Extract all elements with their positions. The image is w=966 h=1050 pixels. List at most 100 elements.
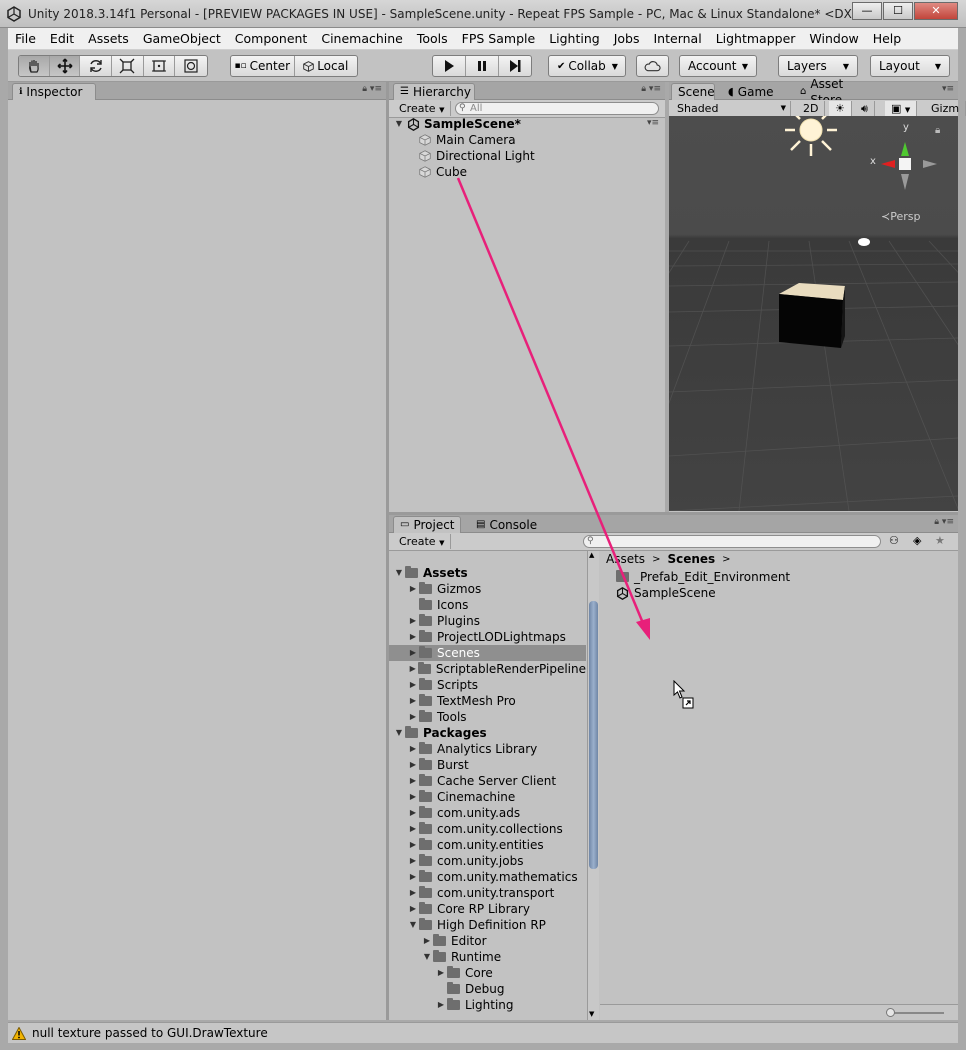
menu-window[interactable]: Window bbox=[802, 28, 865, 50]
hierarchy-search-input[interactable]: ⚲ All bbox=[455, 102, 659, 115]
tree-item[interactable]: ▶ Core RP Library bbox=[389, 901, 586, 917]
projection-toggle[interactable]: ≺Persp bbox=[881, 210, 920, 223]
menu-lighting[interactable]: Lighting bbox=[542, 28, 607, 50]
menu-internal[interactable]: Internal bbox=[647, 28, 709, 50]
effects-dropdown[interactable]: ▣ ▼ bbox=[885, 101, 918, 116]
close-button[interactable]: ✕ bbox=[914, 2, 958, 20]
maximize-button[interactable]: ☐ bbox=[883, 2, 913, 20]
tree-item[interactable]: ▶ Burst bbox=[389, 757, 586, 773]
icon-size-slider[interactable] bbox=[888, 1012, 944, 1014]
list-item[interactable]: SampleScene bbox=[616, 585, 716, 601]
pause-button[interactable] bbox=[466, 56, 499, 76]
account-dropdown[interactable]: Account ▼ bbox=[679, 55, 757, 77]
favorite-star-icon[interactable]: ★ bbox=[935, 534, 945, 547]
2d-toggle-button[interactable]: 2D bbox=[797, 101, 826, 116]
collapse-arrow-icon[interactable]: ▶ bbox=[407, 613, 419, 629]
audio-toggle[interactable]: 🔊︎ bbox=[855, 101, 875, 116]
menu-fps-sample[interactable]: FPS Sample bbox=[455, 28, 543, 50]
tree-item[interactable]: ▼ Runtime bbox=[389, 949, 586, 965]
tree-item[interactable]: ▼ Packages bbox=[389, 725, 586, 741]
collapse-arrow-icon[interactable]: ▶ bbox=[407, 789, 419, 805]
hand-tool-button[interactable] bbox=[19, 56, 50, 76]
collapse-arrow-icon[interactable]: ▶ bbox=[407, 709, 419, 725]
gizmos-dropdown[interactable]: Gizm bbox=[925, 101, 966, 116]
expand-arrow-icon[interactable]: ▼ bbox=[393, 725, 405, 741]
tree-item[interactable]: Icons bbox=[389, 597, 586, 613]
tree-item[interactable]: ▶ Analytics Library bbox=[389, 741, 586, 757]
layout-dropdown[interactable]: Layout ▼ bbox=[870, 55, 950, 77]
transform-all-tool-button[interactable] bbox=[175, 56, 207, 76]
lighting-toggle[interactable]: ☀ bbox=[829, 101, 852, 116]
menu-jobs[interactable]: Jobs bbox=[607, 28, 647, 50]
hierarchy-item[interactable]: Cube bbox=[419, 164, 467, 180]
scene-root-row[interactable]: ▼ SampleScene* bbox=[393, 116, 521, 132]
collapse-arrow-icon[interactable]: ▶ bbox=[407, 645, 419, 661]
hierarchy-item[interactable]: Directional Light bbox=[419, 148, 535, 164]
tree-item[interactable]: ▶ Plugins bbox=[389, 613, 586, 629]
menu-lightmapper[interactable]: Lightmapper bbox=[709, 28, 803, 50]
expand-arrow-icon[interactable]: ▼ bbox=[421, 949, 433, 965]
menu-assets[interactable]: Assets bbox=[81, 28, 136, 50]
collapse-arrow-icon[interactable]: ▶ bbox=[407, 837, 419, 853]
collapse-arrow-icon[interactable]: ▶ bbox=[407, 693, 419, 709]
scene-viewport[interactable]: y x 🔒︎ ≺Persp bbox=[669, 116, 958, 511]
collapse-arrow-icon[interactable]: ▶ bbox=[407, 773, 419, 789]
collapse-arrow-icon[interactable]: ▶ bbox=[407, 853, 419, 869]
collapse-arrow-icon[interactable]: ▶ bbox=[407, 677, 419, 693]
menu-gameobject[interactable]: GameObject bbox=[136, 28, 228, 50]
cube-object[interactable] bbox=[779, 283, 845, 348]
tree-item[interactable]: ▶ Gizmos bbox=[389, 581, 586, 597]
rotate-tool-button[interactable] bbox=[80, 56, 113, 76]
tree-scrollbar[interactable]: ▲ ▼ bbox=[587, 551, 599, 1020]
hierarchy-item[interactable]: Main Camera bbox=[419, 132, 516, 148]
collab-dropdown[interactable]: ✔ Collab ▼ bbox=[548, 55, 626, 77]
play-button[interactable] bbox=[433, 56, 466, 76]
tab-inspector[interactable]: ℹ Inspector bbox=[12, 83, 96, 100]
tree-item[interactable]: ▶ ProjectLODLightmaps bbox=[389, 629, 586, 645]
collapse-arrow-icon[interactable]: ▶ bbox=[407, 741, 419, 757]
tree-item[interactable]: ▶ com.unity.ads bbox=[389, 805, 586, 821]
slider-handle[interactable] bbox=[886, 1008, 895, 1017]
tree-item[interactable]: ▶ com.unity.entities bbox=[389, 837, 586, 853]
minimize-button[interactable]: — bbox=[852, 2, 882, 20]
tab-game[interactable]: ◖ Game bbox=[721, 83, 779, 100]
collapse-arrow-icon[interactable]: ▶ bbox=[407, 629, 419, 645]
tree-item[interactable]: ▶ Core bbox=[389, 965, 586, 981]
tab-asset-store[interactable]: ⌂Asset Store bbox=[793, 77, 885, 107]
tree-item[interactable]: ▶ Lighting bbox=[389, 997, 586, 1013]
move-tool-button[interactable] bbox=[49, 56, 81, 76]
lock-icon[interactable]: 🔒︎ bbox=[935, 125, 940, 136]
tree-item[interactable]: ▶ Tools bbox=[389, 709, 586, 725]
menu-component[interactable]: Component bbox=[228, 28, 315, 50]
scroll-up-icon[interactable]: ▲ bbox=[589, 551, 594, 559]
menu-edit[interactable]: Edit bbox=[43, 28, 81, 50]
pivot-local-button[interactable]: Local bbox=[295, 56, 358, 76]
collapse-arrow-icon[interactable]: ▶ bbox=[407, 869, 419, 885]
tree-item[interactable]: ▶ com.unity.mathematics bbox=[389, 869, 586, 885]
breadcrumb-item[interactable]: Scenes bbox=[667, 552, 715, 566]
tree-item[interactable]: ▶ com.unity.transport bbox=[389, 885, 586, 901]
tab-console[interactable]: ▤ Console bbox=[469, 516, 541, 533]
pivot-center-button[interactable]: ▪▫ Center bbox=[231, 56, 295, 76]
tree-item[interactable]: ▶ Scripts bbox=[389, 677, 586, 693]
tree-item[interactable]: ▶ com.unity.collections bbox=[389, 821, 586, 837]
collapse-arrow-icon[interactable]: ▶ bbox=[407, 757, 419, 773]
collapse-arrow-icon[interactable]: ▶ bbox=[407, 885, 419, 901]
menu-help[interactable]: Help bbox=[866, 28, 909, 50]
collapse-arrow-icon[interactable]: ▶ bbox=[435, 997, 447, 1013]
create-dropdown[interactable]: Create ▼ bbox=[393, 534, 452, 549]
tab-project[interactable]: ▭ Project bbox=[393, 516, 461, 533]
status-bar[interactable]: null texture passed to GUI.DrawTexture bbox=[8, 1022, 958, 1043]
layers-dropdown[interactable]: Layers ▼ bbox=[778, 55, 858, 77]
collapse-arrow-icon[interactable]: ▶ bbox=[421, 933, 433, 949]
tree-item[interactable]: ▶ Editor bbox=[389, 933, 586, 949]
tree-item[interactable]: ▶ ScriptableRenderPipeline bbox=[389, 661, 586, 677]
scene-menu-icon[interactable]: ▾≡ bbox=[647, 118, 659, 128]
panel-menu-icon[interactable]: 🔒︎ ▾≡ bbox=[362, 84, 382, 94]
step-button[interactable] bbox=[499, 56, 531, 76]
collapse-arrow-icon[interactable]: ▶ bbox=[407, 581, 419, 597]
tab-scene[interactable]: Scene bbox=[671, 83, 715, 100]
tab-hierarchy[interactable]: ☰ Hierarchy bbox=[393, 83, 475, 100]
tree-item[interactable]: ▶ TextMesh Pro bbox=[389, 693, 586, 709]
breadcrumb-item[interactable]: Assets bbox=[606, 552, 645, 566]
